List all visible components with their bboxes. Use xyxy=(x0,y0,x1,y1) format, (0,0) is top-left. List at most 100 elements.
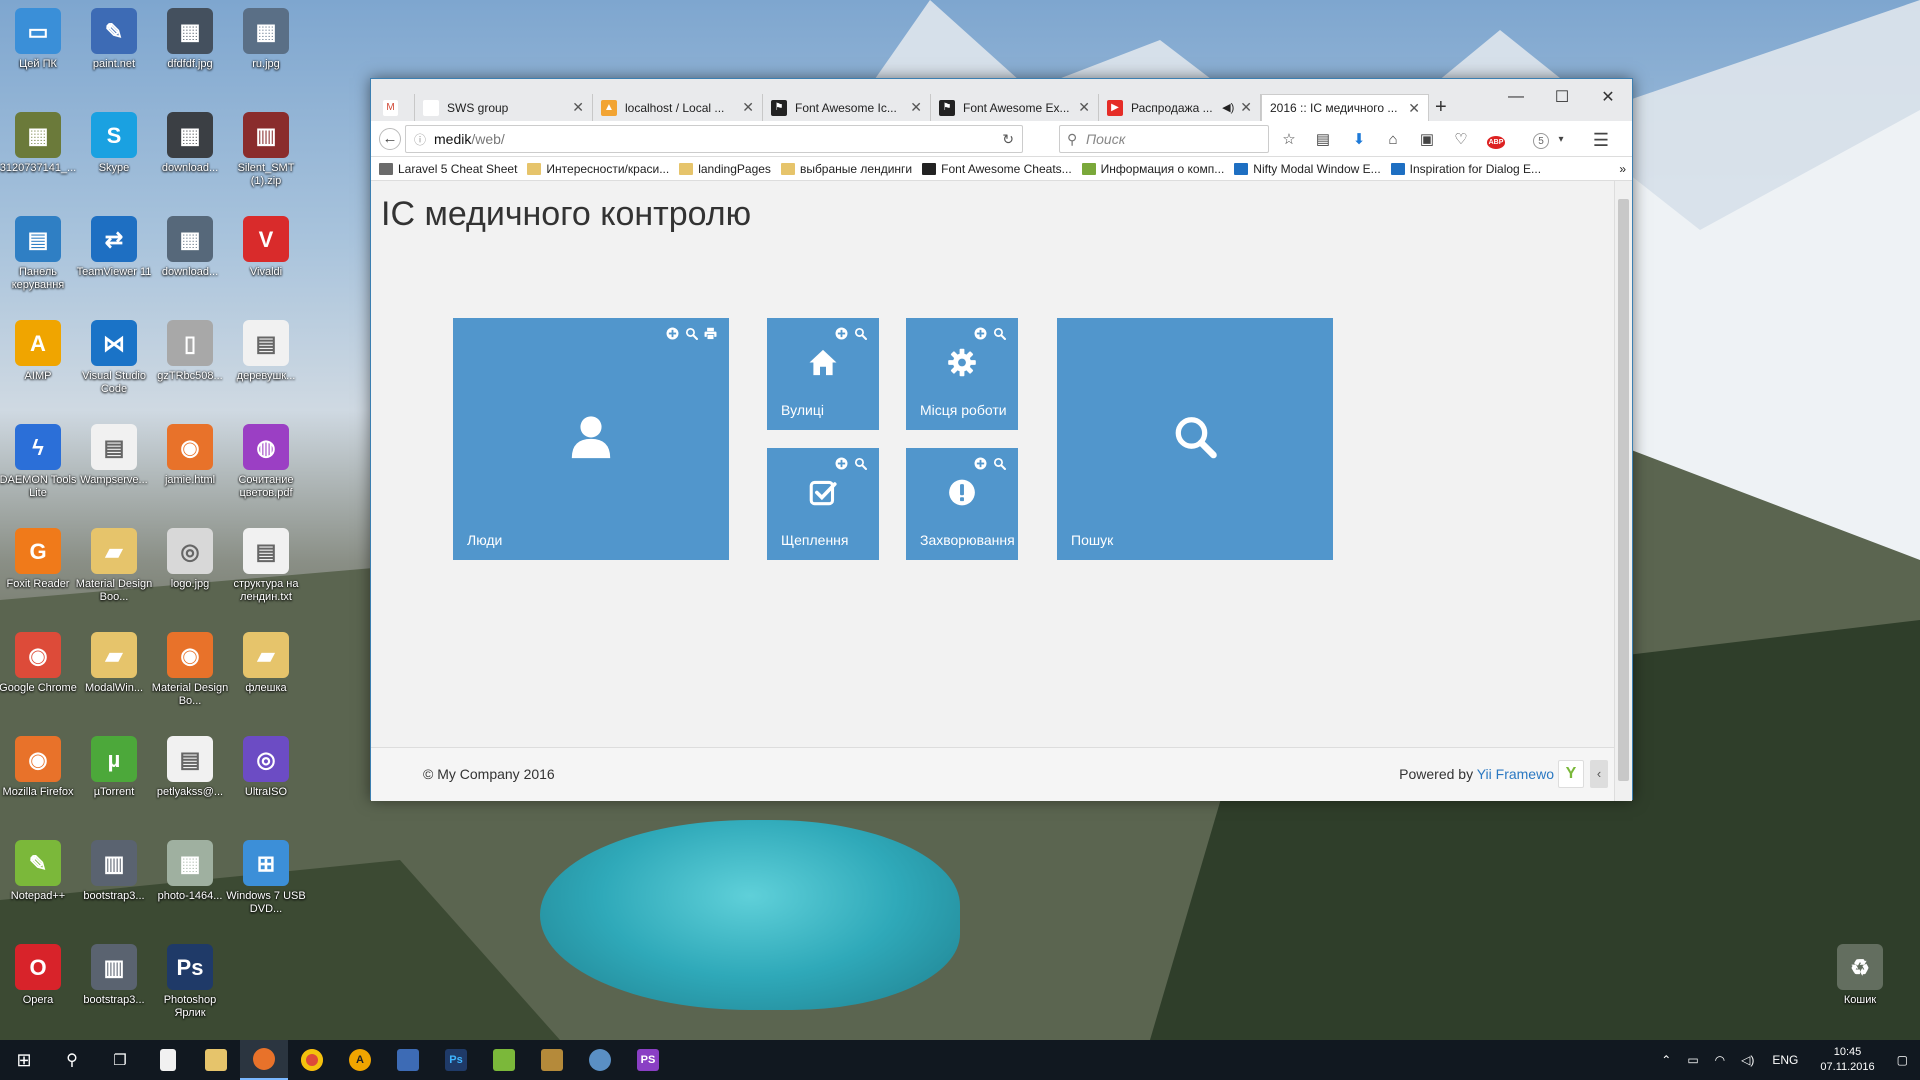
taskbar-phpstorm[interactable]: PS xyxy=(624,1040,672,1080)
tile-streets[interactable]: Вулиці xyxy=(767,318,879,430)
search-input[interactable]: ⚲ Поиск xyxy=(1059,125,1269,153)
adblock-icon[interactable]: ABP xyxy=(1485,130,1507,150)
browser-tab[interactable]: 2016 :: ІС медичного ... ✕ xyxy=(1261,94,1429,121)
reload-icon[interactable]: ↻ xyxy=(1002,131,1014,148)
tile-workplaces[interactable]: Місця роботи xyxy=(906,318,1018,430)
search-icon[interactable] xyxy=(992,326,1006,340)
bookmark-item[interactable]: Информация о комп... xyxy=(1081,162,1224,176)
notifications-icon[interactable]: ▢ xyxy=(1897,1053,1908,1067)
desktop-icon[interactable]: V Vivaldi xyxy=(224,216,308,279)
bookmark-star-icon[interactable]: ☆ xyxy=(1279,130,1299,150)
bookmarks-overflow-button[interactable]: » xyxy=(1619,162,1626,176)
close-tab-icon[interactable]: ✕ xyxy=(572,99,584,116)
taskbar-app[interactable] xyxy=(528,1040,576,1080)
desktop-icon[interactable]: ▦ download... xyxy=(148,112,232,175)
yii-link[interactable]: Yii Framewo xyxy=(1477,766,1554,782)
bookmark-item[interactable]: Nifty Modal Window E... xyxy=(1234,162,1381,176)
close-tab-icon[interactable]: ✕ xyxy=(742,99,754,116)
home-icon[interactable]: ⌂ xyxy=(1383,130,1403,150)
close-tab-icon[interactable]: ✕ xyxy=(910,99,922,116)
desktop-icon[interactable]: ▰ Material Design Boo... xyxy=(72,528,156,604)
taskbar-notepadpp[interactable] xyxy=(480,1040,528,1080)
browser-tab[interactable]: SWS group ✕ xyxy=(415,94,593,121)
desktop-icon[interactable]: ◎ logo.jpg xyxy=(148,528,232,591)
browser-tab[interactable]: ⚑ Font Awesome Ic... ✕ xyxy=(763,94,931,121)
task-view-button[interactable]: ❐ xyxy=(96,1040,144,1080)
site-info-icon[interactable]: ⓘ xyxy=(414,131,426,148)
desktop-icon[interactable]: S Skype xyxy=(72,112,156,175)
taskbar-explorer[interactable] xyxy=(192,1040,240,1080)
search-button[interactable]: ⚲ xyxy=(48,1040,96,1080)
bookmark-item[interactable]: Font Awesome Cheats... xyxy=(922,162,1072,176)
start-button[interactable]: ⊞ xyxy=(0,1040,48,1080)
add-icon[interactable] xyxy=(973,456,987,470)
desktop-icon[interactable]: ◉ jamie.html xyxy=(148,424,232,487)
desktop-icon[interactable]: ▤ Wampserve... xyxy=(72,424,156,487)
back-icon[interactable]: ← xyxy=(379,128,401,150)
language-indicator[interactable]: ENG xyxy=(1772,1053,1798,1067)
addon-counter-icon[interactable]: 5 xyxy=(1531,130,1551,150)
search-icon[interactable] xyxy=(684,326,698,340)
desktop-icon[interactable]: ⊞ Windows 7 USB DVD... xyxy=(224,840,308,916)
desktop-icon[interactable]: ▦ photo-1464... xyxy=(148,840,232,903)
screenshot-icon[interactable]: ▣ xyxy=(1417,130,1437,150)
desktop-icon[interactable]: Ps Photoshop Ярлик xyxy=(148,944,232,1020)
desktop-icon[interactable]: ϟ DAEMON Tools Lite xyxy=(0,424,80,500)
bookmark-item[interactable]: landingPages xyxy=(679,162,771,176)
browser-tab[interactable]: ▶ Распродажа ... ◀) ✕ xyxy=(1099,94,1261,121)
desktop-icon[interactable]: ◎ UltraISO xyxy=(224,736,308,799)
new-tab-button[interactable]: + xyxy=(1427,94,1455,121)
add-icon[interactable] xyxy=(834,326,848,340)
taskbar-firefox[interactable] xyxy=(240,1040,288,1080)
search-icon[interactable] xyxy=(992,456,1006,470)
desktop-icon[interactable]: ▤ Панель керування xyxy=(0,216,80,292)
close-tab-icon[interactable]: ✕ xyxy=(1240,99,1252,116)
desktop-icon[interactable]: ▤ petlyakss@... xyxy=(148,736,232,799)
desktop-icon[interactable]: ▦ download... xyxy=(148,216,232,279)
desktop-icon[interactable]: O Opera xyxy=(0,944,80,1007)
reading-list-icon[interactable]: ▤ xyxy=(1313,130,1333,150)
desktop-icon[interactable]: ◉ Google Chrome xyxy=(0,632,80,695)
search-icon[interactable] xyxy=(853,456,867,470)
taskbar-paintnet[interactable] xyxy=(384,1040,432,1080)
desktop-icon[interactable]: ▥ bootstrap3... xyxy=(72,944,156,1007)
desktop-icon[interactable]: ▰ ModalWin... xyxy=(72,632,156,695)
print-icon[interactable] xyxy=(703,326,717,340)
desktop-icon[interactable]: ▦ ru.jpg xyxy=(224,8,308,71)
desktop-icon[interactable]: ▦ dfdfdf.jpg xyxy=(148,8,232,71)
browser-tab[interactable]: M xyxy=(375,94,415,121)
clock[interactable]: 10:45 07.11.2016 xyxy=(1820,1045,1874,1075)
desktop-icon[interactable]: ⋈ Visual Studio Code xyxy=(72,320,156,396)
tile-vaccinations[interactable]: Щеплення xyxy=(767,448,879,560)
scrollbar-thumb[interactable] xyxy=(1618,199,1629,781)
battery-icon[interactable]: ▭ xyxy=(1687,1053,1698,1067)
bookmark-item[interactable]: выбраные лендинги xyxy=(780,162,912,176)
desktop-icon[interactable]: ✎ paint.net xyxy=(72,8,156,71)
taskbar-chrome[interactable] xyxy=(288,1040,336,1080)
minimize-button[interactable]: — xyxy=(1493,83,1539,111)
search-icon[interactable] xyxy=(853,326,867,340)
menu-icon[interactable]: ☰ xyxy=(1591,130,1611,150)
desktop-icon[interactable]: µ µTorrent xyxy=(72,736,156,799)
chevron-down-icon[interactable]: ▾ xyxy=(1551,130,1571,150)
desktop-icon[interactable]: ▰ флешка xyxy=(224,632,308,695)
add-icon[interactable] xyxy=(973,326,987,340)
taskbar-aimp[interactable]: A xyxy=(336,1040,384,1080)
desktop-icon[interactable]: ✎ Notepad++ xyxy=(0,840,80,903)
pocket-icon[interactable]: ♡ xyxy=(1451,130,1471,150)
address-bar[interactable]: ⓘ medik/web/ ↻ xyxy=(405,125,1023,153)
volume-icon[interactable]: ◁) xyxy=(1741,1053,1754,1067)
page-scrollbar[interactable] xyxy=(1614,181,1632,801)
debug-toolbar-toggle[interactable]: ‹ xyxy=(1590,760,1608,788)
add-icon[interactable] xyxy=(834,456,848,470)
taskbar-file[interactable] xyxy=(144,1040,192,1080)
add-icon[interactable] xyxy=(665,326,679,340)
close-tab-icon[interactable]: ✕ xyxy=(1408,100,1420,117)
browser-tab[interactable]: ▲ localhost / Local ... ✕ xyxy=(593,94,763,121)
desktop-icon[interactable]: ▥ bootstrap3... xyxy=(72,840,156,903)
close-window-button[interactable]: ✕ xyxy=(1585,83,1631,111)
desktop-icon[interactable]: ▯ gzTRbc508... xyxy=(148,320,232,383)
desktop-icon[interactable]: ⇄ TeamViewer 11 xyxy=(72,216,156,279)
desktop-icon[interactable]: ◉ Material Design Bo... xyxy=(148,632,232,708)
tile-people[interactable]: Люди xyxy=(453,318,729,560)
